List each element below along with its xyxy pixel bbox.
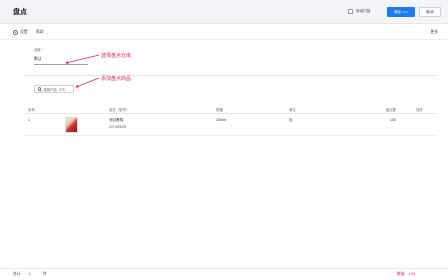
footer-summary: 合计 1 件 数量: 100 [0, 268, 448, 280]
table-header: 序号 品名（型号） 规格 单位 盘点数 操作 [25, 104, 437, 114]
product-image [65, 117, 78, 133]
quantity-label: 数量: [397, 272, 406, 276]
col-name: 品名（型号） [109, 108, 130, 112]
product-search-input[interactable]: 选择产品（F3） [34, 85, 74, 93]
divider [25, 75, 437, 76]
quantity-value: 100 [408, 272, 415, 276]
more-menu[interactable]: ⋮ 更多 [423, 30, 438, 35]
total-label: 合计 [13, 272, 21, 276]
col-qty: 盘点数 [385, 108, 396, 112]
more-label: 更多 [430, 30, 438, 34]
col-unit: 单位 [289, 108, 296, 112]
more-vertical-icon: ⋮ [423, 29, 429, 35]
checkbox-icon[interactable] [348, 9, 353, 14]
warehouse-label-text: 仓库 [34, 48, 41, 52]
settings-label: 设置 [20, 30, 28, 34]
confirm-shortcut: (F2) [402, 10, 408, 14]
search-icon [38, 87, 42, 91]
inventory-table: 序号 品名（型号） 规格 单位 盘点数 操作 1 测试蛋糕 CH 000025 … [25, 104, 437, 136]
col-spec: 规格 [216, 108, 223, 112]
continue-scan-label: 继续扫描 [356, 9, 371, 13]
total-value: 1 [28, 272, 31, 276]
col-op: 操作 [416, 108, 423, 112]
help-menu[interactable]: 帮助 ⌄ [36, 30, 48, 35]
warehouse-label: 仓库 * [34, 47, 88, 52]
count-quantity-input[interactable]: 100 [390, 118, 396, 122]
col-index: 序号 [28, 108, 35, 112]
warehouse-field: 仓库 * 默认 [34, 47, 88, 65]
toolbar: 设置 帮助 ⌄ ⋮ 更多 [0, 26, 448, 40]
settings-button[interactable]: 设置 [13, 30, 28, 35]
help-label: 帮助 [36, 30, 44, 34]
row-index: 1 [28, 118, 30, 122]
arrow-to-search [75, 77, 100, 88]
total-summary: 合计 1 [13, 272, 31, 277]
annotation-add-product: 添加盘点商品 [101, 76, 132, 82]
product-thumbnail [65, 117, 78, 133]
product-spec: 200ml [216, 118, 226, 122]
item-count-unit: 件 [43, 272, 47, 276]
confirm-button[interactable]: 确定 (F2) [387, 7, 415, 17]
required-mark: * [41, 48, 44, 52]
chevron-down-icon: ⌄ [45, 30, 49, 35]
continue-scan-toggle[interactable]: 继续扫描 [348, 9, 370, 14]
page-title: 盘点 [13, 9, 27, 16]
page-header: 盘点 继续扫描 确定 (F2) 取消 [0, 0, 448, 24]
annotation-arrows [65, 54, 100, 88]
product-name: 测试蛋糕 [109, 118, 124, 122]
quantity-summary: 数量: 100 [397, 272, 415, 277]
product-search-placeholder: 选择产品（F3） [43, 87, 68, 92]
product-unit: 包 [289, 118, 293, 122]
table-row[interactable]: 1 测试蛋糕 CH 000025 200ml 包 100 [25, 114, 437, 136]
warehouse-select[interactable]: 默认 [34, 57, 88, 65]
product-code: CH 000025 [109, 125, 127, 129]
annotation-select-warehouse: 选择盘点仓库 [101, 53, 132, 59]
cancel-button[interactable]: 取消 [419, 7, 441, 17]
confirm-button-label: 确定 [394, 9, 402, 14]
product-info: 测试蛋糕 CH 000025 [109, 118, 126, 129]
gear-icon [13, 30, 18, 35]
